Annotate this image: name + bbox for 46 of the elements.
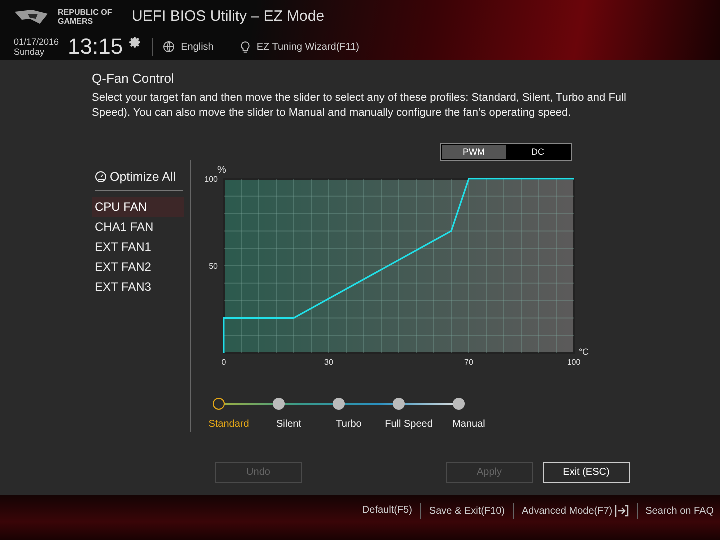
profile-slider-stop[interactable] (453, 398, 465, 410)
profile-slider-stop[interactable] (213, 398, 225, 410)
settings-icon[interactable] (129, 36, 142, 48)
footer-hotkey[interactable]: Search on FAQ (646, 504, 714, 518)
footer-hotkey[interactable]: Default(F5) (362, 503, 412, 518)
x-tick-label: 0 (222, 358, 226, 366)
logo-text: REPUBLIC OF (58, 8, 114, 17)
fan-list-item[interactable]: EXT FAN2 (92, 257, 184, 278)
x-tick-label: 70 (464, 358, 474, 366)
fan-list-item[interactable]: EXT FAN3 (92, 277, 184, 298)
profile-label[interactable]: Standard (199, 416, 259, 432)
fan-list-item[interactable]: CPU FAN (92, 197, 184, 218)
eye-logo-icon (14, 8, 50, 26)
action-button[interactable]: Exit (ESC) (543, 462, 630, 482)
profile-label[interactable]: Turbo (319, 416, 379, 432)
footer-hotkey[interactable]: Advanced Mode(F7) (522, 504, 613, 518)
x-tick-label: 100 (567, 358, 581, 366)
x-axis-unit: °C (578, 346, 590, 356)
window-title: UEFI BIOS Utility – EZ Mode (132, 6, 325, 27)
profile-label[interactable]: Manual (439, 416, 499, 432)
y-tick-label: 100 (204, 174, 218, 184)
description-text: Select your target fan and then move the slider to select any of these profiles: Standard, Silent, Turbo and Full Speed). You can also move the slider to Manual and manually configure the fan’s operating speed. (92, 90, 628, 120)
profile-slider-stop[interactable] (393, 398, 405, 410)
optimize-all-button[interactable]: Optimize All (110, 168, 176, 186)
logo-text: GAMERS (58, 17, 94, 26)
gauge-icon (95, 170, 107, 183)
day-text: Sunday (14, 47, 46, 57)
date-text: 01/17/2016 (14, 37, 60, 47)
x-tick-label: 30 (324, 358, 334, 366)
ez-tuning-wizard-link[interactable]: EZ Tuning Wizard(F11) (256, 40, 360, 54)
globe-icon (163, 41, 176, 53)
profile-slider-stop[interactable] (273, 398, 285, 410)
exit-arrow-icon (614, 505, 629, 517)
language-selector[interactable]: English (181, 40, 214, 54)
fan-list-item[interactable]: EXT FAN1 (92, 237, 184, 258)
section-title: Q-Fan Control (92, 70, 176, 88)
y-tick-label: 50 (209, 262, 218, 270)
footer-hotkey[interactable]: Save & Exit(F10) (429, 504, 506, 518)
clock-time: 13:15 (68, 36, 124, 58)
mode-toggle-option[interactable]: PWM (442, 144, 506, 158)
profile-label[interactable]: Silent (259, 416, 319, 432)
y-axis-unit: % (218, 164, 226, 176)
lightbulb-icon (240, 40, 251, 54)
profile-label[interactable]: Full Speed (379, 416, 439, 432)
profile-slider-stop[interactable] (333, 398, 345, 410)
fan-list-item[interactable]: CHA1 FAN (92, 217, 184, 238)
